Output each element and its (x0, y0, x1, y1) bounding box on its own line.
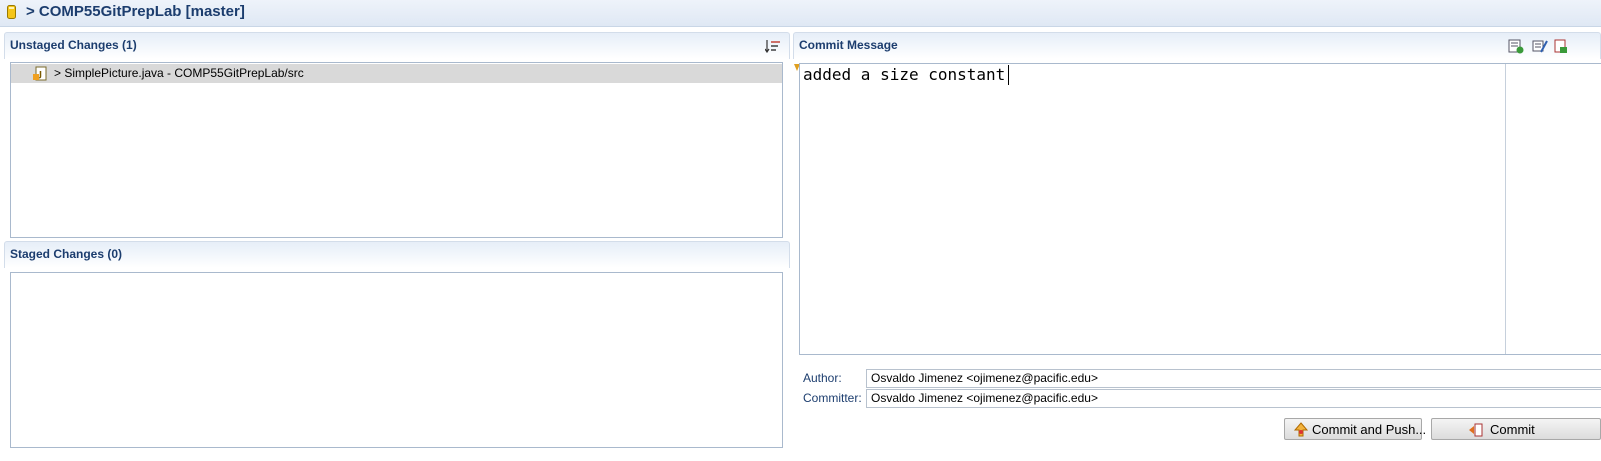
unstaged-changes-header: Unstaged Changes (1) (4, 32, 790, 59)
repository-title: > COMP55GitPrepLab [master] (26, 3, 245, 20)
commit-icon (1469, 423, 1483, 437)
sort-icon[interactable] (765, 39, 781, 53)
repository-icon (7, 5, 16, 19)
commit-message-title: Commit Message (799, 38, 898, 52)
commit-and-push-button[interactable]: Commit and Push... (1284, 418, 1426, 440)
staged-changes-list[interactable] (10, 272, 783, 448)
author-field[interactable]: Osvaldo Jimenez <ojimenez@pacific.edu> (866, 369, 1601, 388)
commit-push-icon (1293, 422, 1309, 437)
file-label: > SimplePicture.java - COMP55GitPrepLab/… (54, 66, 304, 80)
author-label: Author: (803, 371, 842, 385)
unstaged-changes-title: Unstaged Changes (1) (10, 38, 137, 52)
commit-button[interactable]: Commit (1431, 418, 1601, 440)
commit-message-header: Commit Message (793, 32, 1601, 59)
signed-off-icon[interactable] (1508, 38, 1524, 54)
commit-message-editor[interactable] (799, 63, 1601, 355)
commit-message-text[interactable]: added a size constant (803, 65, 1005, 84)
committer-field[interactable]: Osvaldo Jimenez <ojimenez@pacific.edu> (866, 389, 1601, 408)
editor-margin-divider (1505, 64, 1506, 354)
list-item[interactable]: J > SimplePicture.java - COMP55GitPrepLa… (11, 64, 782, 83)
unstaged-changes-list[interactable]: J > SimplePicture.java - COMP55GitPrepLa… (10, 62, 783, 238)
commit-label: Commit (1490, 422, 1535, 437)
commit-and-push-label: Commit and Push... (1312, 422, 1427, 437)
committer-label: Committer: (803, 391, 862, 405)
change-id-icon[interactable] (1554, 38, 1568, 54)
staged-changes-header: Staged Changes (0) (4, 241, 790, 268)
title-bar: > COMP55GitPrepLab [master] (0, 0, 1601, 27)
text-caret (1008, 65, 1009, 85)
amend-icon[interactable] (1532, 38, 1548, 54)
staged-changes-title: Staged Changes (0) (10, 247, 123, 261)
java-file-icon: J (33, 66, 47, 81)
